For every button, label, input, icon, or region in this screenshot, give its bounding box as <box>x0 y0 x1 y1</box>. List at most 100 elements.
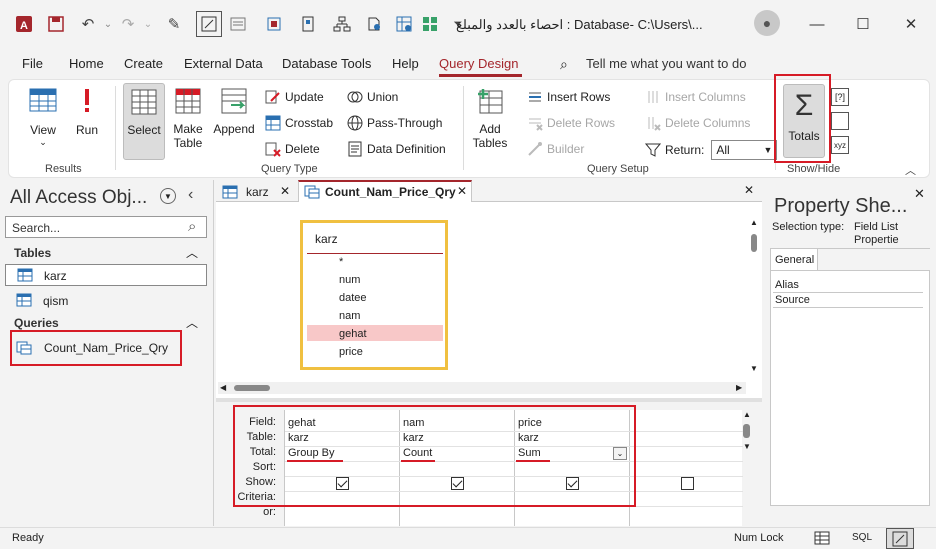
make-table-button[interactable]: Make Table <box>169 86 207 150</box>
delete-columns-button[interactable]: Delete Columns <box>645 115 750 131</box>
run-button[interactable]: Run <box>71 86 103 137</box>
menu-create[interactable]: Create <box>124 56 163 71</box>
builder-button[interactable]: Builder <box>527 141 584 157</box>
field-list-item-price[interactable]: price <box>339 346 363 358</box>
view-button[interactable]: View ⌄ <box>23 86 63 148</box>
delete-query-button[interactable]: Delete <box>265 141 320 157</box>
nav-menu-icon[interactable]: ▼ <box>160 188 176 204</box>
show-checkbox[interactable] <box>681 477 694 490</box>
close-property-sheet-icon[interactable]: ✕ <box>914 186 925 202</box>
table-names-icon[interactable]: xyz <box>831 136 849 154</box>
collapse-queries-icon[interactable]: ︿ <box>186 314 198 331</box>
menu-home[interactable]: Home <box>69 56 104 71</box>
scroll-down-icon[interactable]: ▼ <box>750 364 758 373</box>
scroll-thumb[interactable] <box>234 385 270 391</box>
insert-rows-button[interactable]: Insert Rows <box>527 89 610 105</box>
update-pencil-icon <box>265 90 280 104</box>
insert-rows-label: Insert Rows <box>547 90 611 104</box>
nav-pane-title[interactable]: All Access Obj... <box>10 187 147 209</box>
sql-view-button[interactable]: SQL <box>852 532 872 543</box>
field-list-item-gehat[interactable]: gehat <box>339 328 367 340</box>
scroll-right-icon[interactable]: ▶ <box>736 383 742 392</box>
append-button[interactable]: Append <box>211 86 257 136</box>
property-sheet-icon[interactable] <box>831 112 849 130</box>
save-icon[interactable] <box>44 12 68 36</box>
design-view-button[interactable] <box>886 528 914 549</box>
nav-item-count-nam-price-qry[interactable]: Count_Nam_Price_Qry <box>10 330 182 366</box>
append-label: Append <box>213 122 255 136</box>
tab-karz[interactable]: karz ✕ <box>218 182 296 202</box>
report-icon[interactable] <box>296 12 320 36</box>
close-tab-icon[interactable]: ✕ <box>457 184 467 198</box>
delete-rows-button[interactable]: Delete Rows <box>527 115 615 131</box>
maximize-button[interactable]: ☐ <box>848 12 878 36</box>
field-list-item-datee[interactable]: datee <box>339 292 367 304</box>
format-painter-icon[interactable]: ✎ <box>162 12 186 36</box>
collapse-tables-icon[interactable]: ︿ <box>186 244 198 261</box>
tables-header[interactable]: Tables <box>14 246 51 260</box>
scroll-left-icon[interactable]: ◀ <box>220 383 226 392</box>
form-view-icon[interactable] <box>226 12 250 36</box>
close-button[interactable]: ✕ <box>896 12 926 36</box>
shield-document-icon[interactable] <box>362 12 386 36</box>
grid-icon[interactable] <box>418 12 442 36</box>
scroll-down-icon[interactable]: ▼ <box>743 442 751 451</box>
return-control: Return: All ▼ <box>645 140 778 160</box>
property-alias[interactable]: Alias <box>775 279 799 291</box>
vertical-scrollbar[interactable]: ▲ ▼ <box>748 216 760 376</box>
nav-item-label: karz <box>44 269 67 283</box>
table-link-icon[interactable] <box>392 12 416 36</box>
relationships-icon[interactable] <box>330 12 354 36</box>
collapse-ribbon-icon[interactable]: ︿ <box>905 162 916 178</box>
horizontal-scrollbar[interactable]: ◀ ▶ <box>218 382 746 394</box>
table-icon <box>16 293 32 307</box>
pass-through-button[interactable]: Pass-Through <box>347 115 442 131</box>
grid-vertical-scrollbar[interactable]: ▲ ▼ <box>740 410 754 454</box>
crosstab-button[interactable]: Crosstab <box>265 115 333 131</box>
select-query-button[interactable]: Select <box>123 83 165 160</box>
menu-file[interactable]: File <box>22 56 43 71</box>
menu-external-data[interactable]: External Data <box>184 56 263 71</box>
field-list-title[interactable]: karz <box>315 232 338 246</box>
insert-columns-icon <box>648 91 658 103</box>
menu-query-design[interactable]: Query Design <box>439 56 518 71</box>
field-list-item-nam[interactable]: nam <box>339 310 360 322</box>
data-definition-button[interactable]: Data Definition <box>347 141 446 157</box>
minimize-button[interactable]: — <box>802 12 832 36</box>
collapse-nav-icon[interactable]: ‹ <box>188 186 193 204</box>
design-view-icon[interactable] <box>196 11 222 37</box>
delete-rows-label: Delete Rows <box>547 116 616 130</box>
scroll-up-icon[interactable]: ▲ <box>743 410 751 419</box>
menu-database-tools[interactable]: Database Tools <box>282 56 371 71</box>
tab-general[interactable]: General <box>770 248 818 270</box>
add-tables-button[interactable]: Add Tables <box>469 86 511 150</box>
union-button[interactable]: Union <box>347 89 398 105</box>
close-document-icon[interactable]: ✕ <box>744 183 754 197</box>
query-setup-group-label: Query Setup <box>587 163 649 175</box>
nav-item-karz[interactable]: karz <box>5 264 207 286</box>
menu-help[interactable]: Help <box>392 56 419 71</box>
return-select[interactable]: All ▼ <box>711 140 778 160</box>
property-source[interactable]: Source <box>775 294 810 306</box>
update-button[interactable]: Update <box>265 89 324 105</box>
close-tab-icon[interactable]: ✕ <box>280 184 290 198</box>
scroll-thumb[interactable] <box>751 234 757 252</box>
field-list-karz[interactable]: karz * num datee nam gehat price <box>300 220 448 370</box>
redo-dropdown-icon[interactable]: ⌄ <box>136 12 160 36</box>
queries-header[interactable]: Queries <box>14 316 59 330</box>
user-avatar-icon[interactable]: ● <box>754 10 780 36</box>
access-logo-icon: A <box>12 12 36 36</box>
field-list-item-star[interactable]: * <box>339 256 343 268</box>
insert-columns-button[interactable]: Insert Columns <box>645 89 746 105</box>
parameters-icon[interactable]: [?] <box>831 88 849 106</box>
field-list-item-num[interactable]: num <box>339 274 360 286</box>
scroll-up-icon[interactable]: ▲ <box>750 218 758 227</box>
nav-item-qism[interactable]: qism <box>5 290 207 312</box>
tab-count-nam-price-qry[interactable]: Count_Nam_Price_Qry ✕ <box>298 180 472 203</box>
datasheet-view-button[interactable] <box>814 530 830 549</box>
datasheet-view-icon <box>814 531 830 545</box>
scroll-thumb[interactable] <box>743 424 750 438</box>
nav-search-input[interactable]: Search... ⌕ <box>5 216 207 238</box>
query-wizard-icon[interactable] <box>262 12 286 36</box>
tell-me-input[interactable]: Tell me what you want to do <box>586 56 746 71</box>
